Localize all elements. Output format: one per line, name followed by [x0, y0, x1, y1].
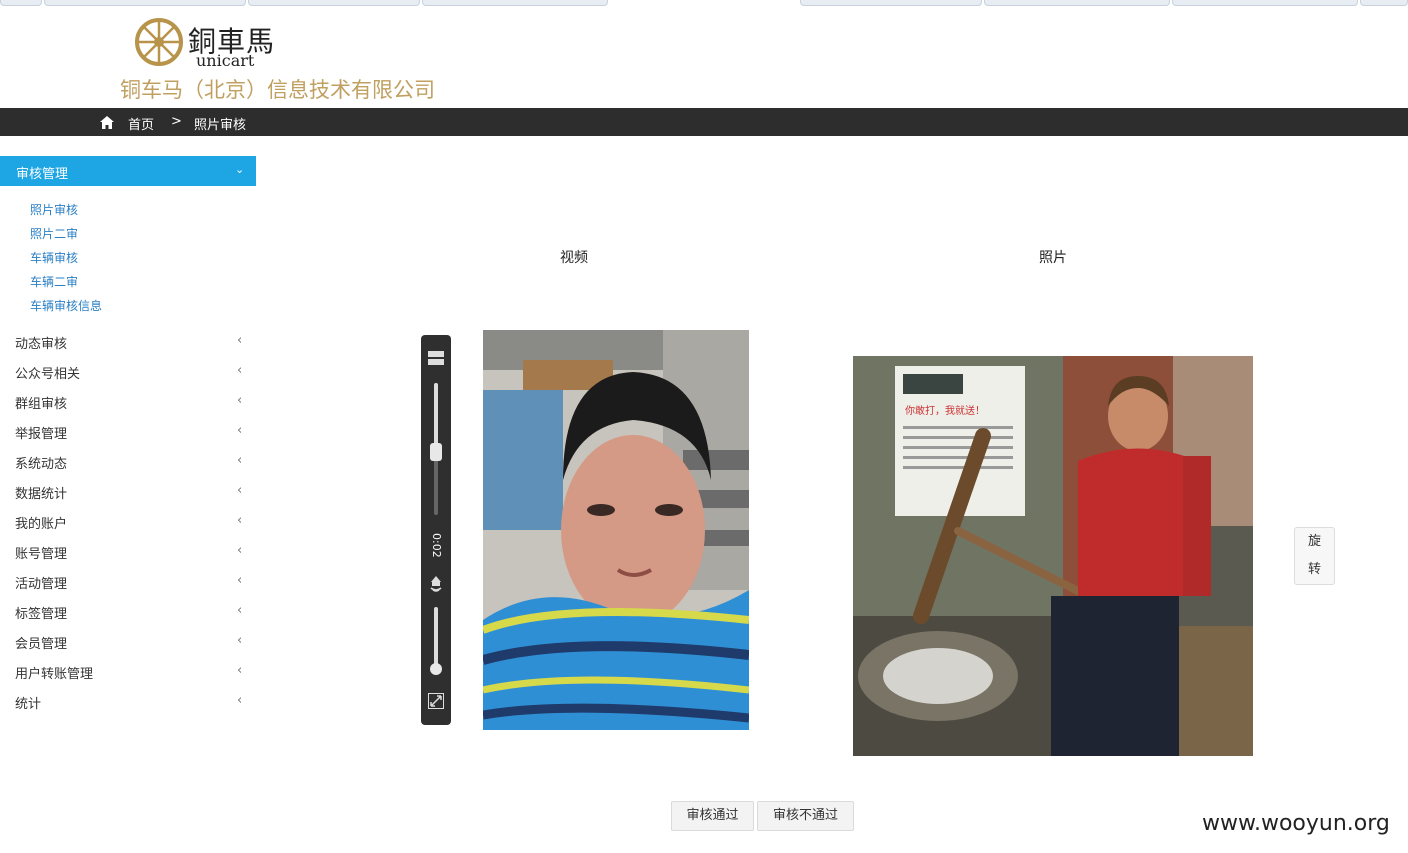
- breadcrumb-home-link[interactable]: 首页: [128, 114, 154, 133]
- browser-tab[interactable]: [0, 0, 42, 6]
- chevron-left-icon: ‹: [237, 603, 243, 618]
- sidebar-subitem-photo-second-review[interactable]: 照片二审: [30, 225, 78, 242]
- breadcrumb: 首页 > 照片审核: [0, 108, 1408, 136]
- rotate-button-label-2: 转: [1307, 562, 1321, 577]
- photo-image: 你敢打，我就送！: [853, 356, 1253, 756]
- chevron-left-icon: ‹: [237, 543, 243, 558]
- video-frame[interactable]: [483, 330, 749, 730]
- video-seek-handle[interactable]: [430, 443, 442, 461]
- browser-tab[interactable]: [984, 0, 1170, 6]
- video-still-image: [483, 330, 749, 730]
- chevron-left-icon: ‹: [237, 483, 243, 498]
- pause-icon[interactable]: [428, 350, 444, 366]
- sidebar-item-label: 活动管理: [15, 577, 68, 592]
- sidebar-item-label: 举报管理: [15, 427, 68, 442]
- sidebar-item-member-management[interactable]: 会员管理 ‹: [15, 633, 250, 652]
- sidebar-item-group-review[interactable]: 群组审核 ‹: [15, 393, 250, 412]
- sidebar-item-label: 系统动态: [15, 457, 68, 472]
- sidebar-subitem-photo-review[interactable]: 照片审核: [30, 201, 78, 218]
- approve-button[interactable]: 审核通过: [671, 801, 754, 831]
- chevron-left-icon: ‹: [237, 453, 243, 468]
- wheel-logo-icon: [135, 18, 183, 66]
- reject-button[interactable]: 审核不通过: [757, 801, 854, 831]
- sidebar-subitem-vehicle-review-info[interactable]: 车辆审核信息: [30, 297, 102, 314]
- sidebar-item-dynamic-review[interactable]: 动态审核 ‹: [15, 333, 250, 352]
- browser-tab-strip: [0, 0, 1408, 6]
- sidebar-item-my-account[interactable]: 我的账户 ‹: [15, 513, 250, 532]
- watermark: www.wooyun.org: [1202, 811, 1390, 836]
- video-column-label: 视频: [560, 250, 588, 266]
- chevron-left-icon: ‹: [237, 513, 243, 528]
- sidebar-item-statistics[interactable]: 统计 ‹: [15, 693, 250, 712]
- sidebar-item-label: 公众号相关: [15, 367, 81, 382]
- chevron-left-icon: ‹: [237, 393, 243, 408]
- photo-column-label: 照片: [1039, 250, 1067, 266]
- browser-tab[interactable]: [422, 0, 608, 6]
- sidebar-subitem-vehicle-second-review[interactable]: 车辆二审: [30, 273, 78, 290]
- volume-slider[interactable]: [434, 607, 438, 669]
- breadcrumb-separator: >: [171, 114, 182, 129]
- chevron-left-icon: ‹: [237, 333, 243, 348]
- browser-tab[interactable]: [248, 0, 420, 6]
- browser-tab[interactable]: [1172, 0, 1358, 6]
- browser-tab[interactable]: [800, 0, 982, 6]
- chevron-left-icon: ‹: [237, 693, 243, 708]
- chevron-left-icon: ‹: [237, 363, 243, 378]
- company-logo: 銅車馬 unicart: [134, 16, 284, 72]
- sidebar-item-label: 数据统计: [15, 487, 68, 502]
- sidebar-item-report-management[interactable]: 举报管理 ‹: [15, 423, 250, 442]
- chevron-left-icon: ‹: [237, 423, 243, 438]
- sidebar-item-label: 用户转账管理: [15, 667, 94, 682]
- svg-text:你敢打，我就送！: 你敢打，我就送！: [905, 404, 985, 417]
- volume-icon[interactable]: [428, 573, 444, 595]
- chevron-left-icon: ‹: [237, 633, 243, 648]
- sidebar-item-label: 群组审核: [15, 397, 68, 412]
- volume-handle[interactable]: [430, 663, 442, 675]
- video-time: 0:02: [430, 533, 443, 558]
- sidebar-group-label: 审核管理: [16, 167, 69, 182]
- chevron-left-icon: ‹: [237, 573, 243, 588]
- photo-frame[interactable]: 你敢打，我就送！: [853, 356, 1253, 756]
- sidebar-item-system-dynamics[interactable]: 系统动态 ‹: [15, 453, 250, 472]
- breadcrumb-current: 照片审核: [194, 118, 247, 133]
- sidebar-item-transfer-management[interactable]: 用户转账管理 ‹: [15, 663, 250, 682]
- sidebar-group-review-management[interactable]: 审核管理 ⌄: [0, 156, 256, 186]
- sidebar-item-label: 标签管理: [15, 607, 68, 622]
- sidebar-item-official-account[interactable]: 公众号相关 ‹: [15, 363, 250, 382]
- company-name: 铜车马（北京）信息技术有限公司: [120, 78, 435, 102]
- sidebar-subitem-vehicle-review[interactable]: 车辆审核: [30, 249, 78, 266]
- video-controls: 0:02: [421, 335, 451, 725]
- sidebar-item-label: 统计: [15, 697, 42, 712]
- sidebar-item-tag-management[interactable]: 标签管理 ‹: [15, 603, 250, 622]
- rotate-button-label-1: 旋: [1307, 534, 1321, 549]
- sidebar-item-data-statistics[interactable]: 数据统计 ‹: [15, 483, 250, 502]
- rotate-button[interactable]: 旋 转: [1294, 527, 1335, 585]
- chevron-left-icon: ‹: [237, 663, 243, 678]
- sidebar-item-account-management[interactable]: 账号管理 ‹: [15, 543, 250, 562]
- fullscreen-icon[interactable]: [428, 693, 444, 709]
- home-icon[interactable]: [100, 116, 114, 129]
- browser-tab[interactable]: [44, 0, 246, 6]
- sidebar-item-label: 会员管理: [15, 637, 68, 652]
- chevron-down-icon: ⌄: [235, 163, 245, 176]
- sidebar-item-label: 账号管理: [15, 547, 68, 562]
- sidebar-item-label: 动态审核: [15, 337, 68, 352]
- logo-english-text: unicart: [196, 51, 255, 70]
- sidebar-item-activity-management[interactable]: 活动管理 ‹: [15, 573, 250, 592]
- sidebar-item-label: 我的账户: [15, 517, 68, 532]
- browser-tab[interactable]: [1360, 0, 1408, 6]
